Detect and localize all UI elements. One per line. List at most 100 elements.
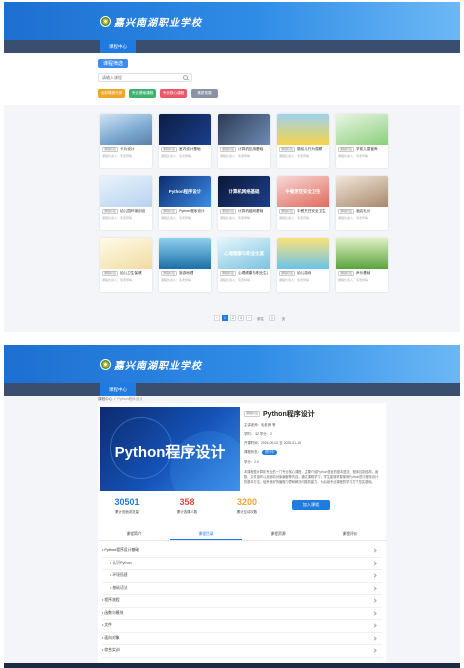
course-thumbnail-text: 心理健康与职业生涯 bbox=[224, 250, 264, 256]
course-title[interactable]: 卡片设计 bbox=[120, 147, 134, 152]
chapter-item[interactable]: • Python程序设计基础 bbox=[102, 545, 382, 558]
course-title[interactable]: 声乐基础 bbox=[356, 271, 370, 276]
course-detail-screen: 嘉兴南湖职业学校 课程中心 课程中心 / Python程序设计 Python程序… bbox=[4, 345, 460, 668]
main-nav: 课程中心 bbox=[4, 40, 460, 53]
course-card[interactable]: 课程标签 酒店礼仪 课程负责人：毛老师等 bbox=[336, 176, 388, 230]
detail-tab[interactable]: 课程评价 bbox=[314, 529, 386, 540]
detail-tab[interactable]: 课程简介 bbox=[98, 529, 170, 540]
course-card[interactable]: Python程序设计 课程标签 Python程序设计 课程负责人：毛老师等 bbox=[159, 176, 211, 230]
chapter-item[interactable]: • 认识Python bbox=[102, 558, 382, 570]
course-title[interactable]: 幼儿卫生保健 bbox=[120, 271, 142, 276]
course-card-heading: 课程标签 计算机应用基础 bbox=[220, 146, 268, 153]
course-title[interactable]: 学前儿童营养 bbox=[356, 147, 378, 152]
course-stat: 358 累计选课人数 bbox=[164, 497, 210, 514]
course-card[interactable]: 计算机网络基础 课程标签 计算机组网基础 课程负责人：毛老师等 bbox=[218, 176, 270, 230]
course-title[interactable]: 计算机应用基础 bbox=[238, 147, 263, 152]
pagination-next-button[interactable]: › bbox=[246, 315, 252, 321]
course-card[interactable]: 中餐烹饪安全卫生 课程标签 中餐烹饪安全卫生 课程负责人：毛老师等 bbox=[277, 176, 329, 230]
course-thumbnail[interactable] bbox=[277, 114, 329, 145]
course-card[interactable]: 课程标签 学前儿童营养 课程负责人：毛老师等 bbox=[336, 114, 388, 168]
course-card[interactable]: 课程标签 幼儿游戏 课程负责人：毛老师等 bbox=[277, 238, 329, 292]
pagination-page-button[interactable]: 3 bbox=[238, 315, 244, 321]
course-thumbnail[interactable] bbox=[100, 176, 152, 207]
join-course-button[interactable]: 加入课程 bbox=[292, 500, 330, 510]
chapter-item[interactable]: • 面向对象 bbox=[102, 633, 382, 645]
course-card[interactable]: 心理健康与职业生涯 课程标签 心理健康与职业生涯 课程负责人：毛老师等 bbox=[218, 238, 270, 292]
course-title[interactable]: 幼儿游戏 bbox=[297, 271, 311, 276]
course-thumbnail[interactable] bbox=[100, 238, 152, 269]
pagination-page-button[interactable]: 2 bbox=[230, 315, 236, 321]
site-logo[interactable]: 嘉兴南湖职业学校 bbox=[100, 14, 202, 29]
course-card[interactable]: 课程标签 幼儿卫生保健 课程负责人：毛老师等 bbox=[100, 238, 152, 292]
category-filter-button[interactable]: 素质拓展 bbox=[191, 89, 218, 98]
course-title[interactable]: 计算机组网基础 bbox=[238, 209, 263, 214]
course-thumbnail[interactable] bbox=[277, 238, 329, 269]
course-thumbnail[interactable] bbox=[100, 114, 152, 145]
chapter-item[interactable]: • 函数与模块 bbox=[102, 608, 382, 620]
search-input[interactable] bbox=[99, 74, 181, 81]
search-icon[interactable] bbox=[181, 74, 190, 81]
course-thumbnail-text: 中餐烹饪安全卫生 bbox=[285, 188, 321, 194]
chapter-item[interactable]: • 环境搭建 bbox=[102, 570, 382, 583]
site-logo[interactable]: 嘉兴南湖职业学校 bbox=[100, 357, 202, 372]
course-card[interactable]: 课程标签 婴幼儿行为观察 课程负责人：毛老师等 bbox=[277, 114, 329, 168]
nav-item-course-center[interactable]: 课程中心 bbox=[100, 40, 136, 53]
course-title[interactable]: 酒店礼仪 bbox=[356, 209, 370, 214]
pagination-page-suffix: 页 bbox=[281, 316, 286, 321]
course-title[interactable]: 室内设计基础 bbox=[179, 147, 201, 152]
course-title[interactable]: 心理健康与职业生涯 bbox=[238, 271, 268, 276]
course-card-heading: 课程标签 心理健康与职业生涯 bbox=[220, 270, 268, 277]
course-title[interactable]: 旅游地理 bbox=[179, 271, 193, 276]
course-thumbnail[interactable]: 心理健康与职业生涯 bbox=[218, 238, 270, 269]
course-teachers: 主讲老师：毛老师 等 bbox=[244, 423, 276, 427]
chapter-label: • 基础语法 bbox=[110, 585, 128, 590]
course-tag: 课程标签 bbox=[220, 208, 237, 215]
course-thumbnail[interactable]: 中餐烹饪安全卫生 bbox=[277, 176, 329, 207]
course-thumbnail[interactable] bbox=[336, 114, 388, 145]
course-meta: 课程负责人：毛老师等 bbox=[161, 278, 192, 282]
course-thumbnail[interactable]: Python程序设计 bbox=[159, 176, 211, 207]
course-thumbnail[interactable] bbox=[336, 176, 388, 207]
chapter-label: • 函数与模块 bbox=[102, 610, 124, 615]
chapter-item[interactable]: • 程序流程 bbox=[102, 595, 382, 608]
course-card[interactable]: 课程标签 室内设计基础 课程负责人：毛老师等 bbox=[159, 114, 211, 168]
category-filter-button[interactable]: 专业基础课程 bbox=[129, 89, 156, 98]
chevron-right-icon bbox=[372, 573, 377, 578]
course-thumbnail[interactable] bbox=[336, 238, 388, 269]
course-title[interactable]: 中餐烹饪安全卫生 bbox=[297, 209, 326, 214]
chapter-label: • 文件 bbox=[102, 623, 112, 628]
course-tag: 课程标签 bbox=[220, 270, 237, 277]
detail-tab[interactable]: 课程目录 bbox=[170, 529, 242, 540]
course-card[interactable]: 课程标签 幼儿园环境创设 课程负责人：毛老师等 bbox=[100, 176, 152, 230]
course-meta: 课程负责人：毛老师等 bbox=[102, 154, 133, 158]
category-filter-button[interactable]: 全部课程分类 bbox=[98, 89, 125, 98]
chapter-item[interactable]: • 综合实训 bbox=[102, 645, 382, 658]
pagination-goto-input[interactable]: 1 bbox=[269, 315, 275, 321]
course-thumbnail[interactable] bbox=[218, 114, 270, 145]
chapter-item[interactable]: • 文件 bbox=[102, 620, 382, 633]
chapter-item[interactable]: • 基础语法 bbox=[102, 583, 382, 595]
course-title[interactable]: 幼儿园环境创设 bbox=[120, 209, 145, 214]
pagination-page-button[interactable]: 1 bbox=[222, 315, 228, 321]
site-logo-text: 嘉兴南湖职业学校 bbox=[114, 18, 202, 29]
course-card[interactable]: 课程标签 旅游地理 课程负责人：毛老师等 bbox=[159, 238, 211, 292]
course-card-info: 课程标签 心理健康与职业生涯 课程负责人：毛老师等 bbox=[218, 269, 270, 282]
course-card[interactable]: 课程标签 声乐基础 课程负责人：毛老师等 bbox=[336, 238, 388, 292]
course-card[interactable]: 课程标签 卡片设计 课程负责人：毛老师等 bbox=[100, 114, 152, 168]
chapter-label: • 综合实训 bbox=[102, 648, 120, 653]
course-card[interactable]: 课程标签 计算机应用基础 课程负责人：毛老师等 bbox=[218, 114, 270, 168]
pagination-prev-button[interactable]: ‹ bbox=[214, 315, 220, 321]
course-title[interactable]: Python程序设计 bbox=[179, 209, 205, 214]
course-thumbnail[interactable]: 计算机网络基础 bbox=[218, 176, 270, 207]
nav-item-course-center[interactable]: 课程中心 bbox=[100, 383, 136, 396]
course-card-heading: 课程标签 中餐烹饪安全卫生 bbox=[279, 208, 327, 215]
breadcrumb: 课程中心 / Python程序设计 bbox=[98, 397, 143, 402]
detail-tab[interactable]: 课程资源 bbox=[242, 529, 314, 540]
course-title[interactable]: 婴幼儿行为观察 bbox=[297, 147, 322, 152]
breadcrumb-home[interactable]: 课程中心 bbox=[98, 397, 112, 402]
course-card-info: 课程标签 中餐烹饪安全卫生 课程负责人：毛老师等 bbox=[277, 207, 329, 220]
category-filter-button[interactable]: 专业核心课程 bbox=[160, 89, 187, 98]
course-thumbnail[interactable] bbox=[159, 238, 211, 269]
course-thumbnail[interactable] bbox=[159, 114, 211, 145]
course-hours: 学时： 32 学分：2 bbox=[244, 432, 272, 436]
